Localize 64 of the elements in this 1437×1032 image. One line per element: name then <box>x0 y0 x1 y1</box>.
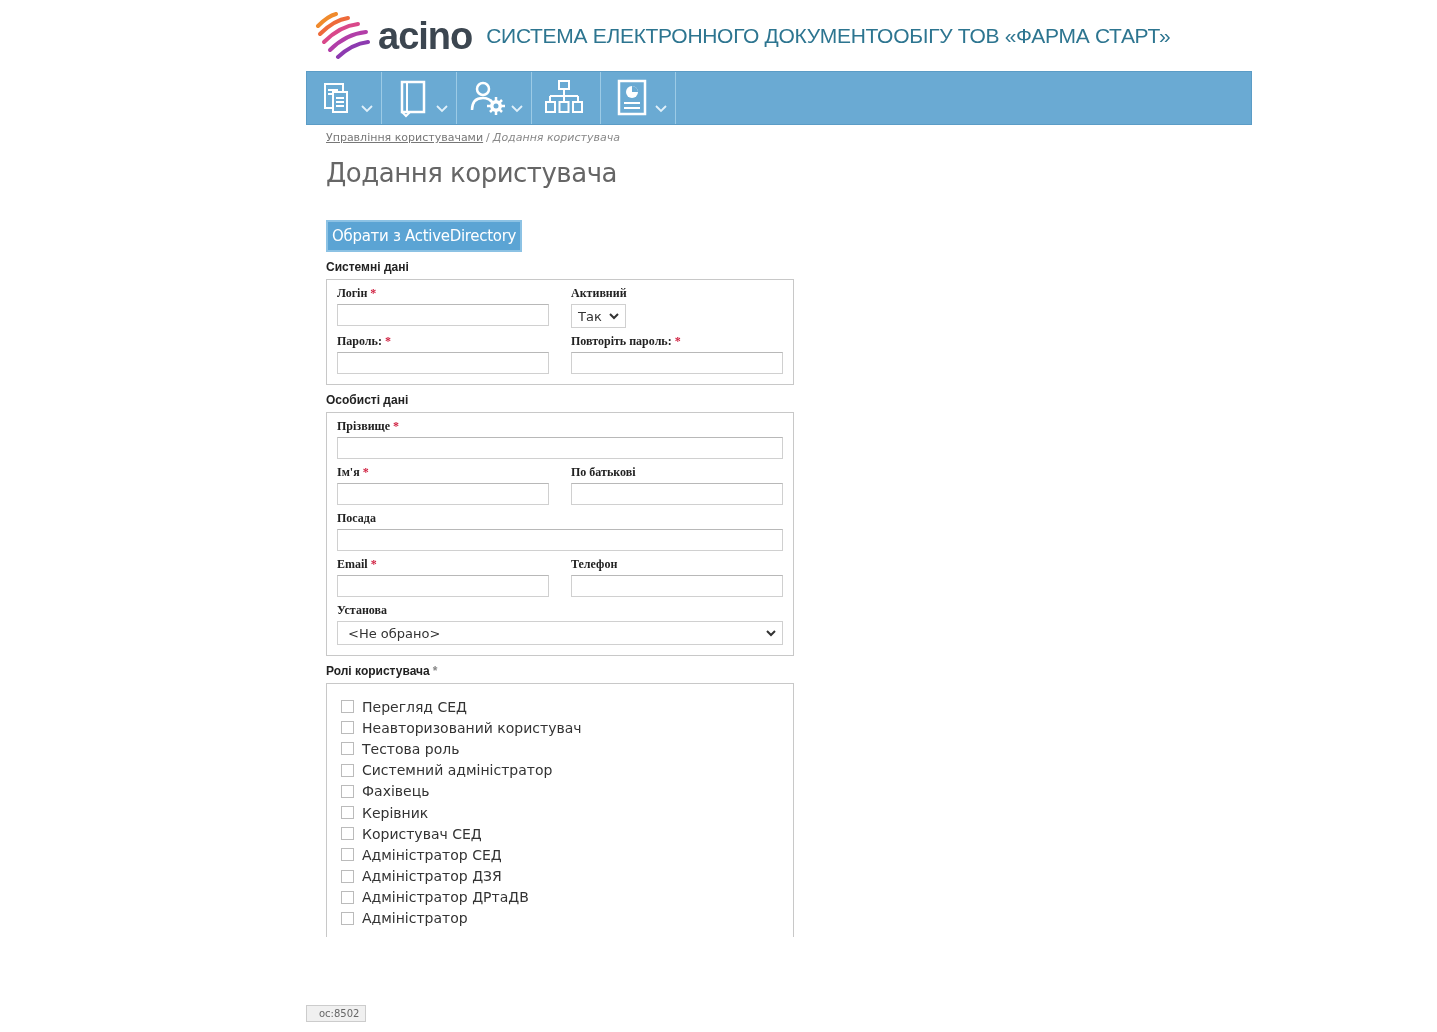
input-field[interactable] <box>337 437 783 459</box>
role-label: Адміністратор СЕД <box>362 846 502 863</box>
required-mark: * <box>384 334 391 349</box>
field-label: Повторіть пароль: <box>571 334 672 349</box>
role-label: Неавторизований користувач <box>362 719 582 736</box>
checkbox[interactable] <box>341 700 354 714</box>
input-field[interactable] <box>571 575 783 597</box>
field-label: Активний <box>571 286 627 301</box>
field-label: Посада <box>337 511 376 526</box>
breadcrumb-link[interactable]: Управління користувачами <box>326 131 484 144</box>
field-label: Логін <box>337 286 368 301</box>
section-title: Системні дані <box>326 260 410 274</box>
field-label: Прізвище <box>337 419 390 434</box>
section-title: Ролі користувача <box>326 664 430 678</box>
logo-text: acino <box>378 17 473 55</box>
input-field[interactable] <box>337 304 549 326</box>
input-field[interactable] <box>337 575 549 597</box>
page-title: Додання користувача <box>326 158 618 188</box>
required-mark: * <box>370 557 377 572</box>
field-label: Телефон <box>571 557 618 572</box>
caret-icon <box>609 312 619 320</box>
breadcrumb-separator: / <box>486 131 490 144</box>
input-field[interactable] <box>337 529 783 551</box>
caret-icon <box>766 629 776 637</box>
checkbox[interactable] <box>341 848 354 862</box>
field-label: Пароль: <box>337 334 382 349</box>
role-label: Тестова роль <box>362 740 460 757</box>
system-title: СИСТЕМА ЕЛЕКТРОННОГО ДОКУМЕНТООБІГУ ТОВ «ФАРМА СТАРТ» <box>486 24 1171 48</box>
required-mark: * <box>393 419 399 434</box>
required-mark: * <box>674 334 681 349</box>
status-url: oc:8502 <box>306 1005 367 1022</box>
field-label: По батькові <box>571 465 636 480</box>
field-label: Ім'я <box>337 465 360 480</box>
checkbox[interactable] <box>341 784 354 798</box>
required-mark: * <box>362 465 369 480</box>
input-field[interactable] <box>337 483 549 505</box>
checkbox[interactable] <box>341 869 354 883</box>
checkbox[interactable] <box>341 763 354 777</box>
role-label: Адміністратор ДЗЯ <box>362 868 502 885</box>
required-mark: * <box>370 286 377 301</box>
logo-icon <box>314 12 370 60</box>
breadcrumb-current: Додання користувача <box>492 131 620 144</box>
dropdown-field[interactable]: <Не обрано> <box>337 621 783 645</box>
role-label: Користувач СЕД <box>362 825 482 842</box>
checkbox[interactable] <box>341 827 354 841</box>
input-field[interactable] <box>571 483 783 505</box>
required-mark: * <box>432 664 438 678</box>
checkbox[interactable] <box>341 890 354 904</box>
checkbox[interactable] <box>341 911 354 925</box>
input-field[interactable] <box>337 352 549 374</box>
dropdown-field[interactable]: Так <box>571 304 626 328</box>
role-label: Адміністратор ДРтаДВ <box>362 889 529 906</box>
role-label: Фахівець <box>362 783 430 800</box>
role-label: Керівник <box>362 804 429 821</box>
checkbox[interactable] <box>341 806 354 820</box>
input-field[interactable] <box>571 352 783 374</box>
field-label: Email <box>337 557 368 572</box>
field-label: Установа <box>337 603 387 618</box>
role-label: Системний адміністратор <box>362 762 553 779</box>
section-title: Особисті дані <box>326 393 410 407</box>
checkbox[interactable] <box>341 742 354 756</box>
checkbox[interactable] <box>341 721 354 735</box>
role-label: Адміністратор <box>362 910 468 927</box>
role-label: Перегляд СЕД <box>362 698 468 715</box>
